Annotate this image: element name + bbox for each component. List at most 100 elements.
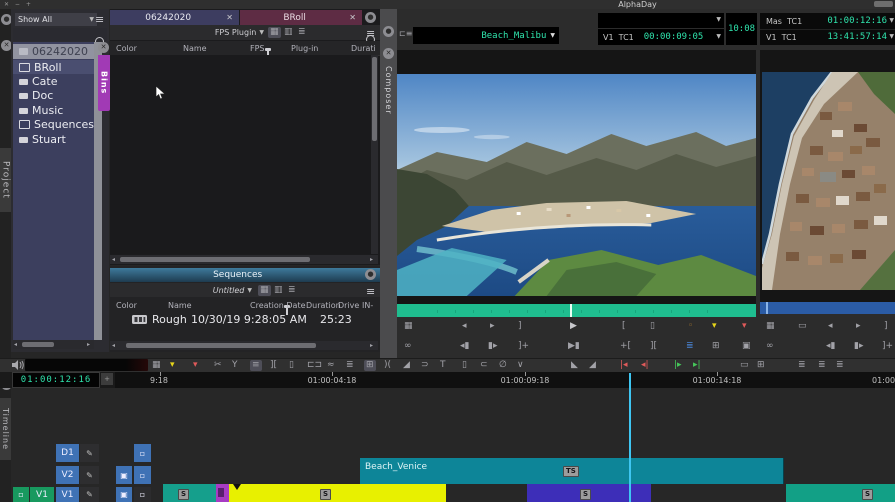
trim-left-green-icon[interactable]: |▸ bbox=[674, 361, 682, 370]
transport-monitor-icon[interactable]: ▭ bbox=[798, 322, 807, 331]
track-d1-button[interactable]: D1 bbox=[56, 444, 79, 462]
transport-back-ten-icon[interactable]: ◂▮ bbox=[826, 342, 835, 351]
project-hamburger-icon[interactable]: ≡ bbox=[95, 14, 104, 25]
transport-mark-in-icon[interactable]: [ bbox=[622, 322, 626, 331]
script-view-icon[interactable]: ≣ bbox=[298, 28, 306, 37]
transport-step-forward-icon[interactable]: ▸ bbox=[856, 322, 861, 331]
track-v1-source-button[interactable]: V1 bbox=[30, 487, 54, 502]
record-position-bar[interactable] bbox=[760, 302, 895, 314]
sidebar-item-sequences[interactable]: Sequences bbox=[13, 118, 94, 131]
transport-play-in-out-icon[interactable]: ▶▮ bbox=[568, 342, 580, 351]
scroll-right-icon[interactable]: ▸ bbox=[370, 257, 373, 263]
bins-rail-tab[interactable]: Bins bbox=[98, 55, 110, 111]
close-icon[interactable]: ✕ bbox=[349, 14, 356, 22]
scroll-left-icon[interactable]: ◂ bbox=[112, 343, 115, 349]
column-in[interactable]: IN- bbox=[362, 302, 373, 310]
link-tool-icon[interactable]: ⊂ bbox=[480, 361, 488, 370]
sequences-horizontal-scrollbar[interactable]: ◂ ▸ bbox=[110, 341, 378, 350]
splice-in-icon[interactable]: ▾ bbox=[170, 361, 175, 370]
overwrite-icon[interactable]: ▾ bbox=[193, 361, 198, 370]
bins-close-icon[interactable]: ✕ bbox=[98, 42, 109, 53]
column-name[interactable]: Name bbox=[183, 45, 207, 53]
transport-gang-icon[interactable]: ▦ bbox=[404, 322, 413, 331]
sequences-hamburger-icon[interactable]: ≡ bbox=[366, 286, 375, 297]
transport-mark-out-icon[interactable]: ] bbox=[884, 322, 888, 331]
bin-horizontal-scrollbar[interactable]: ◂ ▸ bbox=[110, 255, 378, 264]
column-color[interactable]: Color bbox=[116, 302, 137, 310]
record-playhead[interactable] bbox=[766, 302, 768, 314]
scroll-thumb[interactable] bbox=[126, 343, 316, 348]
column-duration[interactable]: Durati bbox=[351, 45, 376, 53]
transport-pause-icon[interactable]: ▯ bbox=[650, 322, 655, 331]
align-bottom-icon[interactable]: ≣ bbox=[836, 361, 844, 370]
source-tc-top-box[interactable]: ▼ bbox=[598, 13, 724, 28]
clip-v1-magenta[interactable] bbox=[216, 484, 229, 502]
scroll-right-icon[interactable]: ▸ bbox=[370, 343, 373, 349]
source-position-bar[interactable] bbox=[397, 304, 756, 317]
rectangle-tool-icon[interactable]: ▯ bbox=[462, 361, 467, 370]
roller-pair-icon[interactable]: )( bbox=[384, 361, 391, 370]
trim-right-green-icon[interactable]: ▸| bbox=[693, 361, 701, 370]
record-tc-row[interactable]: V1 TC1 13:41:57:14 ▼ bbox=[760, 29, 895, 45]
project-horizontal-scrollbar[interactable]: ◂ ▸ bbox=[13, 340, 94, 349]
fade-icon[interactable]: ◢ bbox=[403, 361, 410, 370]
sidebar-item-06242020[interactable]: 06242020 bbox=[13, 44, 94, 59]
frame-view-icon[interactable]: ▥ bbox=[284, 28, 293, 37]
composer-fast-menu-button[interactable]: ● bbox=[383, 26, 394, 37]
sequences-title-bar[interactable]: Sequences ✕ bbox=[110, 268, 380, 282]
column-color[interactable]: Color bbox=[116, 45, 137, 53]
fast-menu-icon[interactable]: ▦ bbox=[152, 361, 161, 370]
sidebar-item-doc[interactable]: Doc bbox=[13, 89, 94, 102]
sidebar-item-stuart[interactable]: Stuart bbox=[13, 133, 94, 146]
align-center-icon[interactable]: ≣ bbox=[818, 361, 826, 370]
bin-vertical-scrollbar[interactable] bbox=[371, 55, 378, 254]
wedge-right-icon[interactable]: ◢ bbox=[589, 361, 596, 370]
track-v1-lock-box[interactable]: ▫ bbox=[134, 487, 151, 502]
sidebar-item-broll[interactable]: BRoll bbox=[13, 60, 94, 74]
column-name[interactable]: Name bbox=[168, 302, 192, 310]
window-controls[interactable]: ✕ − + bbox=[4, 1, 33, 8]
source-clip-dropdown[interactable]: Beach_Malibu ▼ bbox=[413, 27, 559, 44]
bin-content[interactable] bbox=[110, 55, 371, 254]
transport-back-ten-icon[interactable]: ◂▮ bbox=[460, 342, 469, 351]
scroll-thumb[interactable] bbox=[120, 257, 310, 262]
text-view-icon[interactable]: ▦ bbox=[268, 27, 281, 38]
transport-mark-clip-icon[interactable]: ]+ bbox=[518, 342, 529, 351]
transport-step-forward-icon[interactable]: ▸ bbox=[490, 322, 495, 331]
curve-icon[interactable]: ⊃ bbox=[421, 361, 429, 370]
track-v2-button[interactable]: V2 bbox=[56, 466, 79, 484]
transport-match-frame-icon[interactable]: ∞ bbox=[766, 342, 774, 351]
script-view-icon[interactable]: ≣ bbox=[288, 286, 296, 295]
track-v2-lock-box[interactable]: ▫ bbox=[134, 466, 151, 484]
track-v1-pencil[interactable]: ✎ bbox=[80, 487, 99, 502]
sequences-preset-dropdown[interactable]: Untitled ▼ bbox=[200, 285, 252, 296]
source-playhead[interactable] bbox=[570, 304, 572, 317]
trim-mode-icon[interactable]: ][ bbox=[270, 361, 277, 370]
segment-insert-icon[interactable]: ▯ bbox=[289, 361, 294, 370]
source-menu-icon[interactable]: ⊏≡ bbox=[399, 30, 412, 38]
frame-view-icon[interactable]: ▥ bbox=[274, 286, 283, 295]
trim-rollers-icon[interactable]: Y bbox=[232, 361, 238, 370]
cut-icon[interactable]: ✂ bbox=[214, 361, 222, 370]
sidebar-item-music[interactable]: Music bbox=[13, 104, 94, 117]
transport-step-back-icon[interactable]: ◂ bbox=[828, 322, 833, 331]
project-rail-tab[interactable]: Project bbox=[0, 148, 11, 212]
transport-match-frame-icon[interactable]: ∞ bbox=[404, 342, 412, 351]
composer-rail-tab-label[interactable]: Composer bbox=[384, 66, 393, 115]
align-left-icon[interactable]: ≣ bbox=[798, 361, 806, 370]
timeline-add-button[interactable]: + bbox=[101, 373, 113, 385]
column-drive[interactable]: Drive bbox=[338, 302, 359, 310]
clip-v1-green[interactable] bbox=[786, 484, 895, 502]
keyframe-icon[interactable]: ≣ bbox=[346, 361, 354, 370]
source-tc-box[interactable]: V1 TC1 00:00:09:05 ▼ bbox=[598, 29, 724, 45]
clip-v1-teal[interactable] bbox=[163, 484, 216, 502]
master-tc-row[interactable]: Mas TC1 01:00:12:16 ▼ bbox=[760, 13, 895, 30]
track-v1-monitor-box[interactable]: ▣ bbox=[116, 487, 132, 502]
clip-v1-yellow[interactable] bbox=[229, 484, 446, 502]
bin-gear-icon[interactable]: ● bbox=[365, 12, 376, 23]
text-tool-icon[interactable]: T bbox=[440, 361, 446, 370]
column-plugin[interactable]: Plug-in bbox=[291, 45, 318, 53]
column-fps[interactable]: FPS bbox=[250, 45, 265, 53]
speaker-icon[interactable] bbox=[12, 360, 24, 370]
source-monitor-video[interactable] bbox=[397, 74, 756, 296]
